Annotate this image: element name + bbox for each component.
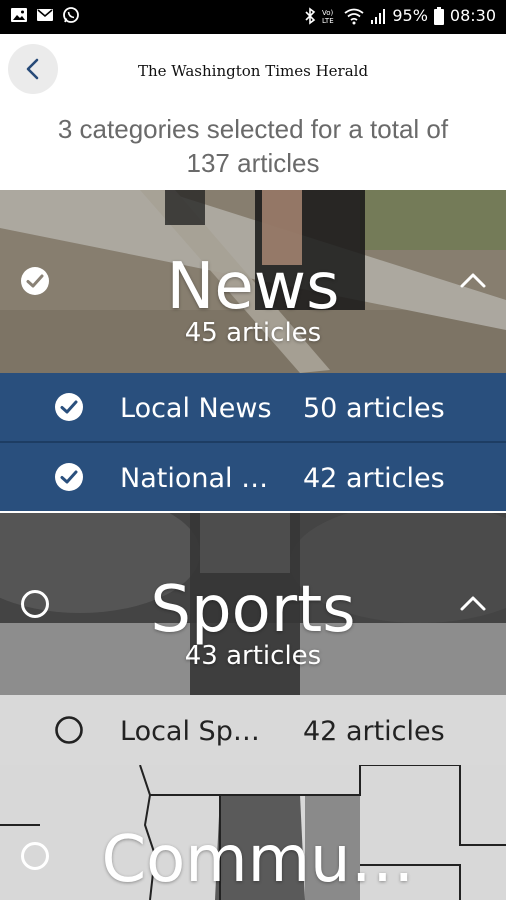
clock: 08:30 bbox=[449, 6, 496, 25]
svg-text:Vo): Vo) bbox=[322, 9, 334, 17]
sports-article-count: 43 articles bbox=[184, 641, 322, 671]
bluetooth-icon bbox=[305, 6, 316, 25]
local-sports-checkbox-unchecked-icon[interactable] bbox=[54, 715, 84, 745]
status-bar: Vo) LTE 95% 08:30 bbox=[0, 0, 506, 34]
national-count: 42 articles bbox=[303, 463, 445, 494]
svg-text:LTE: LTE bbox=[322, 17, 334, 25]
community-title: Commu… bbox=[101, 823, 415, 897]
selection-summary: 3 categories selected for a total of 137… bbox=[0, 112, 506, 180]
image-icon bbox=[11, 8, 27, 22]
whatsapp-icon bbox=[63, 7, 79, 23]
subcategory-local-news[interactable]: Local News 50 articles bbox=[0, 373, 506, 441]
category-news[interactable]: News 45 articles bbox=[0, 190, 506, 373]
volte-icon: Vo)LTE bbox=[322, 9, 334, 25]
news-collapse-chevron-up-icon[interactable] bbox=[458, 268, 488, 292]
news-article-count: 45 articles bbox=[184, 318, 322, 348]
signal-icon bbox=[371, 8, 386, 24]
subcategory-national-news[interactable]: National … 42 articles bbox=[0, 443, 506, 511]
battery-percent: 95% bbox=[392, 6, 428, 25]
local-news-checkbox-checked-icon[interactable] bbox=[54, 392, 84, 422]
local-news-label: Local News bbox=[120, 393, 272, 424]
notification-icons bbox=[10, 6, 80, 24]
sports-collapse-chevron-up-icon[interactable] bbox=[458, 591, 488, 615]
local-sports-label: Local Sp… bbox=[120, 716, 260, 747]
national-checkbox-checked-icon[interactable] bbox=[54, 462, 84, 492]
local-sports-count: 42 articles bbox=[303, 716, 445, 747]
masthead-logo: The Washington Times Herald bbox=[137, 62, 369, 80]
subcategory-local-sports[interactable]: Local Sp… 42 articles bbox=[0, 695, 506, 765]
summary-line-1: 3 categories selected for a total of bbox=[57, 114, 449, 144]
category-community[interactable]: Commu… bbox=[0, 765, 506, 900]
app-header: The Washington Times Herald bbox=[0, 34, 506, 110]
wifi-icon bbox=[344, 8, 364, 24]
summary-line-2: 137 articles bbox=[186, 148, 320, 178]
system-status: Vo) LTE 95% 08:30 bbox=[304, 6, 496, 25]
national-label: National … bbox=[120, 463, 269, 494]
sports-title: Sports bbox=[150, 573, 356, 647]
mail-icon bbox=[37, 9, 53, 21]
category-sports[interactable]: Sports 43 articles bbox=[0, 513, 506, 695]
news-title: News bbox=[166, 250, 340, 324]
battery-icon bbox=[433, 6, 444, 25]
local-news-count: 50 articles bbox=[303, 393, 445, 424]
